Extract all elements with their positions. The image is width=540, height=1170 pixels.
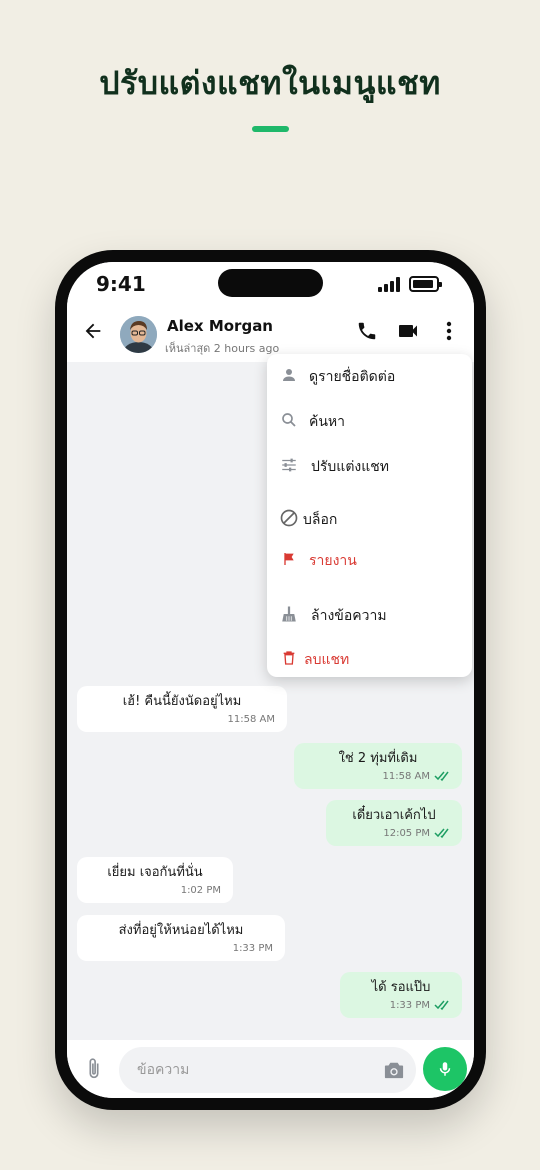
- message-bubble-outgoing[interactable]: ใช่ 2 ทุ่มที่เดิม 11:58 AM: [294, 743, 462, 789]
- message-input[interactable]: [137, 1047, 367, 1093]
- person-icon: [279, 365, 299, 385]
- message-text: เดี๋ยวเอาเค้กไป: [352, 808, 436, 823]
- menu-item-label: ค้นหา: [309, 414, 346, 430]
- read-receipt-icon: [434, 1000, 449, 1011]
- video-call-button[interactable]: [393, 318, 423, 344]
- menu-item-label: บล็อก: [303, 512, 338, 528]
- message-text: เยี่ยม เจอกันที่นั่น: [107, 865, 203, 880]
- last-seen-status: เห็นล่าสุด 2 hours ago: [165, 342, 280, 355]
- phone-frame: 9:41 Alex Morgan เห็นล่าสุด 2 hours ago …: [55, 250, 486, 1110]
- search-icon: [279, 410, 299, 430]
- message-time: 11:58 AM: [227, 714, 275, 725]
- menu-item-clear-messages[interactable]: ล้างข้อความ: [267, 599, 472, 629]
- message-bubble-outgoing[interactable]: ได้ รอแป๊บ 1:33 PM: [340, 972, 462, 1018]
- arrow-back-icon: [85, 323, 101, 339]
- menu-item-customize-chat[interactable]: ปรับแต่งแชท: [267, 450, 472, 480]
- message-bubble-outgoing[interactable]: เดี๋ยวเอาเค้กไป 12:05 PM: [326, 800, 462, 846]
- avatar[interactable]: [120, 316, 157, 353]
- message-time: 1:02 PM: [180, 885, 221, 896]
- microphone-icon: [439, 1062, 451, 1076]
- message-text: ใช่ 2 ทุ่มที่เดิม: [338, 751, 418, 766]
- tune-icon: [279, 455, 299, 475]
- message-input-container: [119, 1047, 416, 1093]
- message-bubble-incoming[interactable]: เยี่ยม เจอกันที่นั่น 1:02 PM: [77, 857, 233, 903]
- menu-item-label: ล้างข้อความ: [311, 608, 387, 624]
- camera-button[interactable]: [381, 1058, 407, 1082]
- back-button[interactable]: [80, 318, 106, 344]
- attach-button[interactable]: [83, 1056, 105, 1082]
- voice-message-button[interactable]: [423, 1047, 467, 1091]
- status-bar: 9:41: [67, 262, 474, 304]
- trash-icon: [279, 648, 299, 668]
- read-receipt-icon: [434, 771, 449, 782]
- menu-item-report[interactable]: รายงาน: [267, 544, 472, 574]
- chat-options-menu: ดูรายชื่อติดต่อ ค้นหา ปรับแต่งแชท บล็อก …: [267, 354, 472, 677]
- message-bubble-incoming[interactable]: ส่งที่อยู่ให้หน่อยได้ไหม 1:33 PM: [77, 915, 285, 961]
- voice-call-button[interactable]: [354, 318, 380, 344]
- message-text: ได้ รอแป๊บ: [371, 980, 431, 995]
- signal-icon: [378, 277, 402, 292]
- message-time: 11:58 AM: [382, 771, 430, 782]
- dynamic-island: [218, 269, 323, 297]
- battery-icon: [409, 276, 442, 292]
- video-camera-icon: [399, 325, 417, 337]
- menu-item-label: รายงาน: [309, 553, 357, 569]
- phone-icon: [358, 322, 376, 340]
- menu-item-search[interactable]: ค้นหา: [267, 405, 472, 435]
- menu-item-label: ปรับแต่งแชท: [311, 459, 389, 475]
- read-receipt-icon: [434, 828, 449, 839]
- message-time: 1:33 PM: [232, 943, 273, 954]
- menu-item-label: ดูรายชื่อติดต่อ: [309, 369, 396, 385]
- menu-item-block[interactable]: บล็อก: [267, 503, 472, 533]
- menu-item-delete-chat[interactable]: ลบแชท: [267, 643, 472, 673]
- message-time: 12:05 PM: [383, 828, 430, 839]
- status-time: 9:41: [96, 272, 146, 296]
- phone-screen: 9:41 Alex Morgan เห็นล่าสุด 2 hours ago …: [67, 262, 474, 1098]
- message-bubble-incoming[interactable]: เฮ้! คืนนี้ยังนัดอยู่ไหม 11:58 AM: [77, 686, 287, 732]
- message-time: 1:33 PM: [389, 1000, 430, 1011]
- contact-name[interactable]: Alex Morgan: [167, 317, 273, 335]
- message-text: ส่งที่อยู่ให้หน่อยได้ไหม: [118, 923, 244, 938]
- menu-item-label: ลบแชท: [304, 652, 350, 668]
- message-composer: [67, 1040, 474, 1098]
- flag-icon: [279, 549, 299, 569]
- more-vert-icon: [446, 321, 452, 341]
- camera-icon: [384, 1062, 404, 1079]
- more-options-button[interactable]: [439, 318, 459, 344]
- message-text: เฮ้! คืนนี้ยังนัดอยู่ไหม: [122, 694, 242, 709]
- block-icon: [279, 508, 299, 528]
- page-headline: ปรับแต่งแชทในเมนูแชท: [99, 64, 441, 102]
- broom-icon: [279, 604, 299, 624]
- paperclip-icon: [89, 1058, 99, 1079]
- menu-item-view-contact[interactable]: ดูรายชื่อติดต่อ: [267, 360, 472, 390]
- headline-underline: [252, 126, 289, 132]
